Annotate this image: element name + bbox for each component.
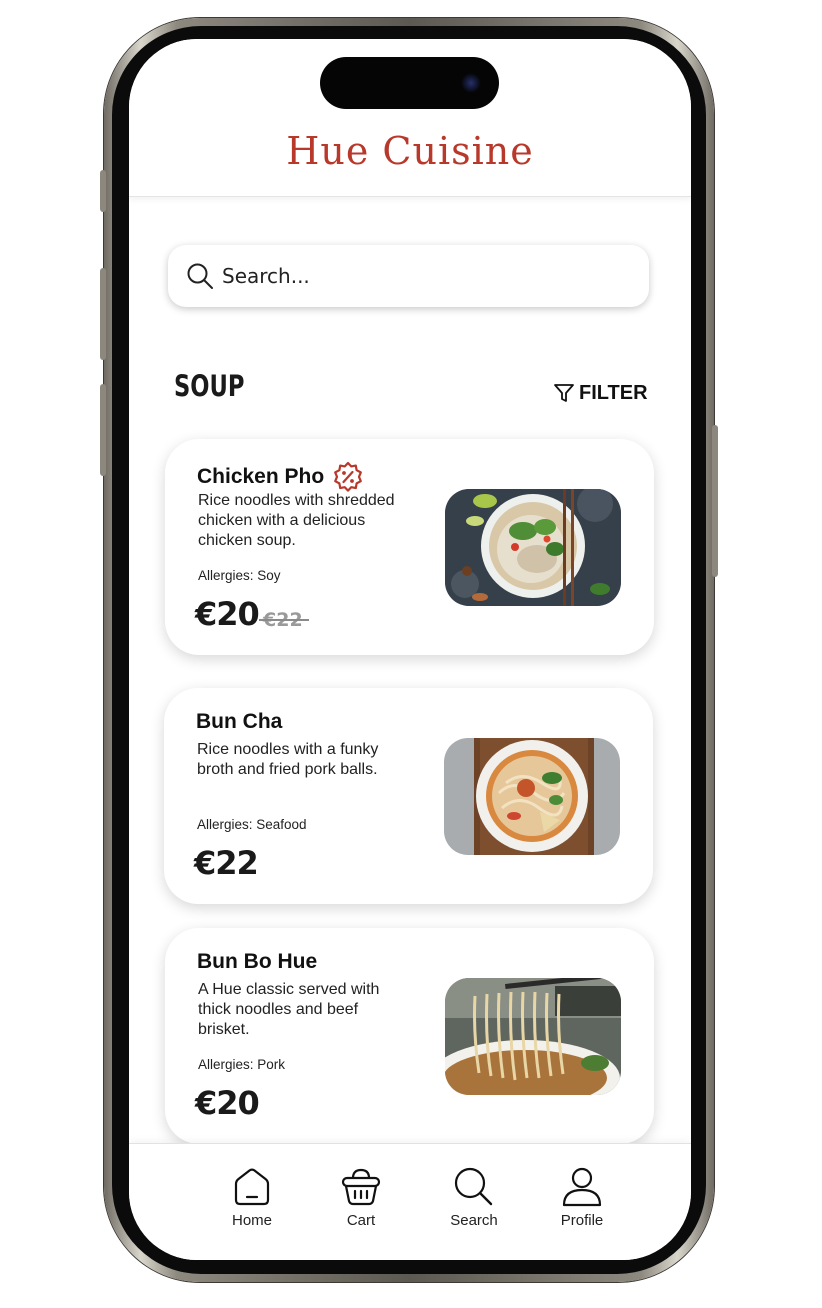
- filter-label: FILTER: [579, 381, 648, 404]
- dish-price: €22: [194, 844, 259, 882]
- nav-home[interactable]: Home: [207, 1166, 297, 1236]
- nav-cart[interactable]: Cart: [316, 1166, 406, 1236]
- dish-name: Bun Cha: [196, 710, 283, 733]
- section-title: SOUP: [174, 369, 245, 403]
- dish-photo-bun-bo-hue: [445, 978, 621, 1095]
- user-icon: [562, 1167, 602, 1207]
- dish-name-row: Bun Cha: [196, 710, 282, 734]
- dish-name: Bun Bo Hue: [197, 950, 318, 973]
- dish-photo-bun-cha: [444, 738, 620, 855]
- dish-name-row: Bun Bo Hue: [197, 950, 317, 974]
- search-icon: [454, 1167, 493, 1206]
- discount-badge-icon: [334, 461, 363, 492]
- volume-down-button: [100, 384, 106, 476]
- dish-description: A Hue classic served with thick noodles …: [198, 981, 380, 1038]
- search-input[interactable]: [222, 257, 622, 295]
- pho-bowl-image: [445, 489, 621, 606]
- menu-card-bun-bo-hue[interactable]: Bun Bo Hue A Hue classic served with thi…: [165, 928, 654, 1144]
- bun-cha-bowl-image: [444, 738, 620, 855]
- app-title: Hue Cuisine: [286, 129, 534, 173]
- dish-allergies: Allergies: Pork: [198, 1057, 286, 1072]
- basket-icon: [341, 1168, 381, 1206]
- nav-label: Search: [450, 1212, 498, 1229]
- nav-label: Profile: [560, 1212, 604, 1229]
- app-screen: Hue Cuisine SOUP FILTER Chicken Pho R: [129, 39, 691, 1260]
- power-button: [712, 425, 718, 577]
- bun-bo-hue-noodles-image: [445, 978, 621, 1095]
- dish-description: Rice noodles with a funky broth and frie…: [197, 741, 379, 778]
- menu-card-chicken-pho[interactable]: Chicken Pho Rice noodles with shredded c…: [165, 439, 654, 655]
- dish-photo-chicken-pho: [445, 489, 621, 606]
- filter-button[interactable]: FILTER: [553, 378, 648, 408]
- bottom-nav: Home Cart Search Profile: [129, 1143, 691, 1260]
- dish-name: Chicken Pho: [197, 465, 325, 488]
- dish-price: €20: [195, 595, 260, 633]
- home-icon: [234, 1168, 270, 1206]
- dynamic-island: [320, 57, 499, 109]
- volume-up-button: [100, 268, 106, 360]
- action-button: [100, 170, 106, 212]
- nav-search[interactable]: Search: [429, 1166, 519, 1236]
- search-bar[interactable]: [168, 245, 649, 307]
- nav-label: Cart: [346, 1212, 376, 1229]
- dish-allergies: Allergies: Soy: [198, 568, 281, 583]
- dish-price: €20: [195, 1084, 260, 1122]
- nav-profile[interactable]: Profile: [537, 1166, 627, 1236]
- search-icon: [187, 263, 213, 289]
- nav-label: Home: [231, 1212, 272, 1229]
- dish-name-row: Chicken Pho: [197, 461, 364, 493]
- front-camera-icon: [461, 73, 481, 93]
- dish-description: Rice noodles with shredded chicken with …: [198, 492, 395, 549]
- filter-icon: [554, 384, 574, 402]
- menu-card-bun-cha[interactable]: Bun Cha Rice noodles with a funky broth …: [164, 688, 653, 904]
- dish-allergies: Allergies: Seafood: [197, 817, 307, 832]
- dish-old-price: €22: [259, 609, 309, 631]
